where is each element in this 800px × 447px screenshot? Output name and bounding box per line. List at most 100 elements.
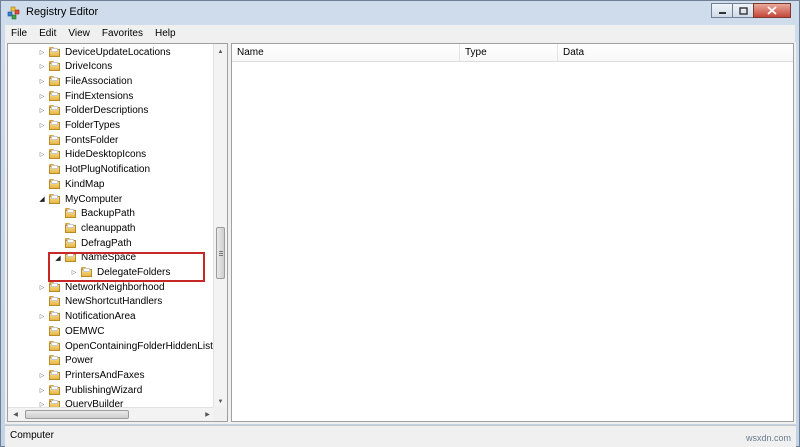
horizontal-scroll-thumb[interactable] (25, 410, 129, 419)
folder-icon (65, 222, 77, 234)
registry-tree-pane[interactable]: ▷ DeviceUpdateLocations ▷ DriveIcons ▷ FileAs… (7, 43, 228, 422)
tree-node-label: FolderDescriptions (65, 105, 149, 117)
minimize-button[interactable] (711, 3, 733, 18)
values-list-pane[interactable]: Name Type Data (231, 43, 794, 422)
tree-node[interactable]: BackupPath (54, 207, 135, 221)
tree-node[interactable]: cleanuppath (54, 221, 136, 235)
folder-icon (49, 46, 61, 58)
menu-favorites[interactable]: Favorites (96, 25, 149, 42)
tree-node-label: HotPlugNotification (65, 164, 151, 176)
expand-arrow-icon[interactable]: ▷ (38, 76, 46, 86)
tree-node[interactable]: ▷ PrintersAndFaxes (38, 368, 144, 382)
folder-icon (49, 355, 61, 366)
tree-node-label: cleanuppath (81, 222, 136, 234)
tree-node[interactable]: ▷ FolderTypes (38, 119, 120, 133)
tree-node[interactable]: NewShortcutHandlers (38, 295, 162, 309)
tree-node-label: OEMWC (65, 325, 105, 337)
status-bar: Computer (5, 425, 796, 447)
tree-node[interactable]: ▷ FileAssociation (38, 74, 132, 88)
tree-node[interactable]: OpenContainingFolderHiddenList (38, 339, 213, 353)
tree-node[interactable]: ▷ PublishingWizard (38, 383, 142, 397)
column-header-name[interactable]: Name (232, 44, 460, 62)
title-bar[interactable]: Registry Editor (1, 1, 799, 25)
expand-arrow-icon[interactable]: ▷ (38, 62, 46, 72)
tree-node[interactable]: Power (38, 354, 93, 368)
column-header-data[interactable]: Data (558, 44, 793, 62)
folder-icon (49, 120, 61, 131)
tree-node-label: FontsFolder (65, 134, 119, 146)
expand-arrow-icon[interactable]: ▷ (38, 91, 46, 101)
tree-node-label: Power (65, 355, 94, 367)
expand-arrow-icon[interactable]: ▷ (38, 106, 46, 116)
tree-node-label: HideDesktopIcons (65, 149, 147, 161)
tree-horizontal-scrollbar[interactable]: ◀ ▶ (8, 407, 215, 421)
tree-node[interactable]: KindMap (38, 177, 104, 191)
registry-editor-icon (7, 6, 20, 20)
menu-file[interactable]: File (5, 25, 33, 42)
tree-node-label: NewShortcutHandlers (65, 296, 163, 308)
menu-edit[interactable]: Edit (33, 25, 62, 42)
status-path: Computer (10, 430, 54, 441)
collapse-arrow-icon[interactable]: ◢ (38, 194, 46, 204)
tree-node[interactable]: ▷ DriveIcons (38, 60, 112, 74)
tree-node-label: FindExtensions (65, 90, 134, 102)
tree-node[interactable]: ▷ DeviceUpdateLocations (38, 45, 171, 59)
maximize-button[interactable] (732, 3, 754, 18)
folder-icon (49, 105, 61, 116)
menu-help[interactable]: Help (149, 25, 182, 42)
namespace-highlight-box (48, 252, 205, 282)
tree-node[interactable]: HotPlugNotification (38, 163, 150, 177)
tree-node-label: FolderTypes (65, 120, 121, 131)
tree-node[interactable]: ▷ HideDesktopIcons (38, 148, 146, 162)
tree-node[interactable]: ◢ MyComputer (38, 192, 122, 206)
tree-node-label: DefragPath (81, 237, 132, 249)
column-header-type[interactable]: Type (460, 44, 558, 62)
folder-icon (49, 281, 61, 293)
client-area: ▷ DeviceUpdateLocations ▷ DriveIcons ▷ FileAs… (5, 42, 796, 424)
expand-arrow-icon[interactable]: ▷ (38, 282, 46, 292)
tree-node[interactable]: ▷ FindExtensions (38, 89, 133, 103)
tree-node-label: OpenContainingFolderHiddenList (65, 340, 213, 352)
window-controls (711, 3, 791, 19)
tree-node[interactable]: ▷ NetworkNeighborhood (38, 280, 165, 294)
tree-node[interactable]: FontsFolder (38, 133, 118, 147)
expand-arrow-icon[interactable]: ▷ (38, 150, 46, 160)
folder-icon (49, 164, 61, 175)
tree-vertical-scrollbar[interactable]: ▲ ▼ (213, 44, 227, 409)
scroll-thumb[interactable] (216, 227, 225, 279)
watermark-text: wsxdn.com (745, 433, 791, 443)
tree-node-label: KindMap (65, 178, 105, 190)
close-button[interactable] (753, 3, 791, 18)
tree-node-label: MyComputer (65, 193, 123, 205)
maximize-icon (738, 6, 748, 15)
expand-arrow-icon[interactable]: ▷ (38, 370, 46, 380)
scroll-left-button[interactable]: ◀ (9, 408, 22, 421)
folder-icon (49, 325, 61, 337)
expand-arrow-icon[interactable]: ▷ (38, 312, 46, 322)
tree-node[interactable]: ▷ FolderDescriptions (38, 104, 148, 118)
expand-arrow-icon[interactable]: ▷ (38, 121, 46, 131)
folder-icon (65, 237, 77, 249)
expand-arrow-icon[interactable]: ▷ (38, 385, 46, 395)
scroll-up-button[interactable]: ▲ (214, 45, 227, 58)
expand-arrow-icon[interactable]: ▷ (38, 47, 46, 57)
folder-icon (49, 61, 61, 72)
tree-node[interactable]: OEMWC (38, 324, 104, 338)
folder-icon (65, 208, 77, 219)
tree-node[interactable]: DefragPath (54, 236, 132, 250)
tree-node-label: PublishingWizard (65, 384, 143, 396)
window-title: Registry Editor (26, 6, 99, 18)
folder-icon (49, 75, 61, 87)
menu-view[interactable]: View (62, 25, 96, 42)
tree-node[interactable]: ▷ NotificationArea (38, 310, 136, 324)
